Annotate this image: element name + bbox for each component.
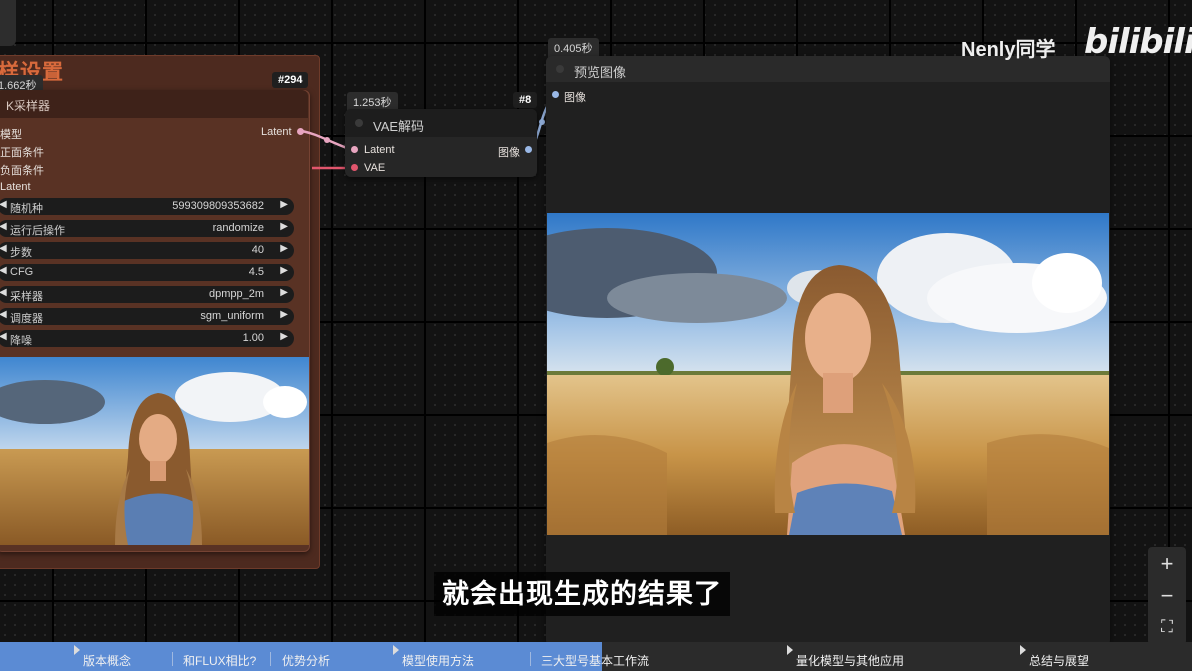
preview-title: 预览图像 <box>574 65 627 80</box>
fit-view-icon[interactable]: ⛶ <box>1148 617 1186 637</box>
vae-id-badge: #8 <box>513 92 538 108</box>
preview-output-image <box>547 213 1109 535</box>
preview-time-badge: 0.405秒 <box>548 38 599 58</box>
chapter-marker-icon <box>74 645 80 655</box>
video-subtitle: 就会出现生成的结果了 <box>434 572 730 616</box>
node-collapse-icon[interactable] <box>556 65 564 73</box>
vae-output-socket[interactable] <box>525 146 532 153</box>
chapter-item[interactable]: 总结与展望 <box>1029 652 1089 669</box>
vae-input-vae: VAE <box>364 162 386 174</box>
zoom-in-icon[interactable]: + <box>1148 551 1186 577</box>
vae-input-latent-socket[interactable] <box>351 146 358 153</box>
chapter-divider <box>270 652 271 666</box>
chapter-item[interactable]: 和FLUX相比? <box>183 652 256 669</box>
vae-input-latent: Latent <box>364 144 395 156</box>
zoom-out-icon[interactable]: − <box>1148 583 1186 609</box>
chapter-item[interactable]: 三大型号基本工作流 <box>541 652 649 669</box>
chapter-item[interactable]: 模型使用方法 <box>402 652 474 669</box>
chapter-marker-icon <box>1020 645 1026 655</box>
vae-title: VAE解码 <box>373 119 425 134</box>
zoom-controls: + − ⛶ <box>1148 547 1186 645</box>
node-collapse-icon[interactable] <box>355 119 363 127</box>
preview-input-image: 图像 <box>564 92 586 104</box>
preview-input-socket[interactable] <box>552 91 559 98</box>
chapter-divider <box>172 652 173 666</box>
chapter-marker-icon <box>393 645 399 655</box>
chapter-marker-icon <box>787 645 793 655</box>
chapter-item[interactable]: 优势分析 <box>282 652 330 669</box>
channel-watermark: Nenly同学 <box>961 39 1056 61</box>
chapter-item[interactable]: 量化模型与其他应用 <box>796 652 904 669</box>
chapter-divider <box>530 652 531 666</box>
bilibili-logo: bilibili <box>1084 22 1192 62</box>
chapter-item[interactable]: 版本概念 <box>83 652 131 669</box>
vae-output-image: 图像 <box>498 147 520 159</box>
vae-input-vae-socket[interactable] <box>351 164 358 171</box>
